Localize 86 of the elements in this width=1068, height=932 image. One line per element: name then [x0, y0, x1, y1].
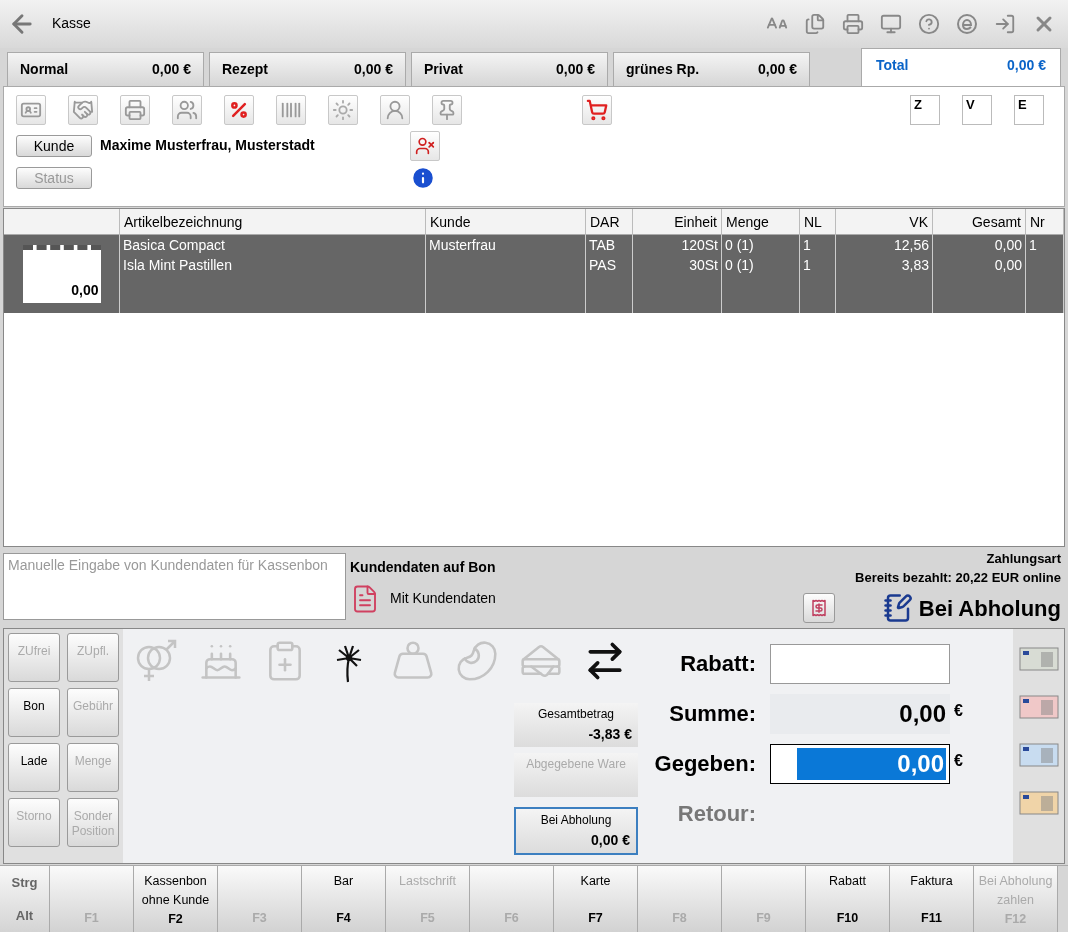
- remove-user-icon[interactable]: [410, 130, 440, 161]
- table-cell: 1: [800, 254, 836, 275]
- column-header[interactable]: Gesamt: [933, 208, 1026, 235]
- summe-value: 0,00: [770, 693, 950, 734]
- tab[interactable]: Rezept 0,00 €: [209, 51, 406, 86]
- column-header[interactable]: DAR: [586, 208, 633, 235]
- table-cell: 1: [800, 234, 836, 255]
- exit-icon[interactable]: [994, 12, 1016, 35]
- letter-user-button[interactable]: Z: [910, 94, 940, 125]
- table-cell: 12,56: [836, 234, 933, 255]
- total-button[interactable]: Bei Abholung 0,00 €: [514, 806, 638, 855]
- table-cell: 0,00: [933, 234, 1026, 255]
- total-button[interactable]: Gesamtbetrag -3,83 €: [514, 702, 638, 747]
- summe-label: Summe:: [668, 700, 756, 729]
- payment-method: Bei Abholung: [918, 594, 1061, 623]
- table-cell: TAB: [586, 234, 633, 255]
- function-key[interactable]: Rabatt F10: [806, 866, 890, 932]
- window-title: Kasse: [52, 14, 91, 34]
- cart-plus-icon[interactable]: [582, 94, 612, 125]
- column-header[interactable]: Einheit: [633, 208, 722, 235]
- customer-name: Maxime Musterfrau, Musterstadt: [100, 136, 316, 156]
- printer-icon[interactable]: [842, 12, 864, 35]
- documents-icon[interactable]: [804, 12, 826, 35]
- gegeben-label: Gegeben:: [653, 750, 756, 779]
- customer-data-field[interactable]: Manuelle Eingabe von Kundendaten für Kassenbon: [3, 552, 346, 620]
- users-icon[interactable]: [172, 94, 202, 125]
- function-button[interactable]: Bon: [8, 687, 60, 737]
- function-key[interactable]: Faktura F11: [890, 866, 974, 932]
- gegeben-field[interactable]: 0,00: [770, 743, 950, 784]
- letter-user-button[interactable]: V: [962, 94, 992, 125]
- paid-info: Bereits bezahlt: 20,22 EUR online: [855, 569, 1061, 588]
- e-circle-icon[interactable]: [956, 12, 978, 35]
- tab[interactable]: Total 0,00 €: [861, 47, 1061, 86]
- table-cell: Basica Compact: [120, 234, 426, 255]
- rabatt-field[interactable]: [770, 643, 950, 684]
- table-cell: PAS: [586, 254, 633, 275]
- column-header[interactable]: Artikelbezeichnung: [120, 208, 426, 235]
- sun-icon[interactable]: [328, 94, 358, 125]
- function-key[interactable]: Bar F4: [302, 866, 386, 932]
- tab[interactable]: Privat 0,00 €: [411, 51, 608, 86]
- payment-title: Zahlungsart: [986, 549, 1061, 568]
- percent-icon[interactable]: [224, 94, 254, 125]
- table-cell: 30St: [633, 254, 722, 275]
- currency-sign: €: [954, 700, 964, 721]
- banknote-icon[interactable]: [1018, 742, 1059, 767]
- receipt-button[interactable]: [802, 593, 835, 624]
- table-cell: Musterfrau: [426, 234, 586, 255]
- section-title: Kundendaten auf Bon: [350, 557, 496, 577]
- table-cell: 1: [1026, 234, 1064, 255]
- column-header[interactable]: Nr: [1026, 208, 1064, 235]
- table-cell: 0 (1): [722, 254, 800, 275]
- banknote-icon[interactable]: [1018, 694, 1059, 719]
- modifier-key-label: Strg: [11, 873, 38, 892]
- gender-symbol-icon[interactable]: [135, 637, 179, 684]
- column-header[interactable]: Menge: [722, 208, 800, 235]
- handshake-icon[interactable]: [68, 94, 98, 125]
- help-icon[interactable]: [918, 12, 940, 35]
- retour-label: Retour:: [676, 800, 756, 829]
- function-key[interactable]: Kassenbon ohne Kunde F2: [134, 866, 218, 932]
- letter-user-button[interactable]: E: [1014, 94, 1044, 125]
- notebook-pen-icon[interactable]: [882, 593, 913, 624]
- table-cell: 0,00: [933, 254, 1026, 275]
- customer-button[interactable]: Kunde: [16, 134, 92, 157]
- column-header[interactable]: VK: [836, 208, 933, 235]
- table-cell: Isla Mint Pastillen: [120, 254, 426, 275]
- table-cell: 120St: [633, 234, 722, 255]
- id-card-icon[interactable]: [16, 94, 46, 125]
- tab[interactable]: grünes Rp. 0,00 €: [613, 51, 810, 86]
- monitor-icon[interactable]: [880, 12, 902, 35]
- barcode-icon[interactable]: [276, 94, 306, 125]
- table-cell: 3,83: [836, 254, 933, 275]
- currency-sign: €: [954, 750, 964, 771]
- column-header[interactable]: NL: [800, 208, 836, 235]
- option-label[interactable]: Mit Kundendaten: [390, 588, 496, 610]
- function-key[interactable]: Karte F7: [554, 866, 638, 932]
- column-header[interactable]: Kunde: [426, 208, 586, 235]
- function-button[interactable]: Lade: [8, 742, 60, 792]
- modifier-key-label: Alt: [15, 906, 34, 925]
- table-cell: 0 (1): [722, 234, 800, 255]
- printer-icon[interactable]: [120, 94, 150, 125]
- banknote-icon[interactable]: [1018, 646, 1059, 671]
- receipt-icon: [809, 599, 828, 618]
- banknote-icon[interactable]: [1018, 790, 1059, 815]
- tab[interactable]: Normal 0,00 €: [7, 51, 204, 86]
- pin-icon[interactable]: [432, 94, 462, 125]
- rabatt-label: Rabatt:: [679, 650, 756, 679]
